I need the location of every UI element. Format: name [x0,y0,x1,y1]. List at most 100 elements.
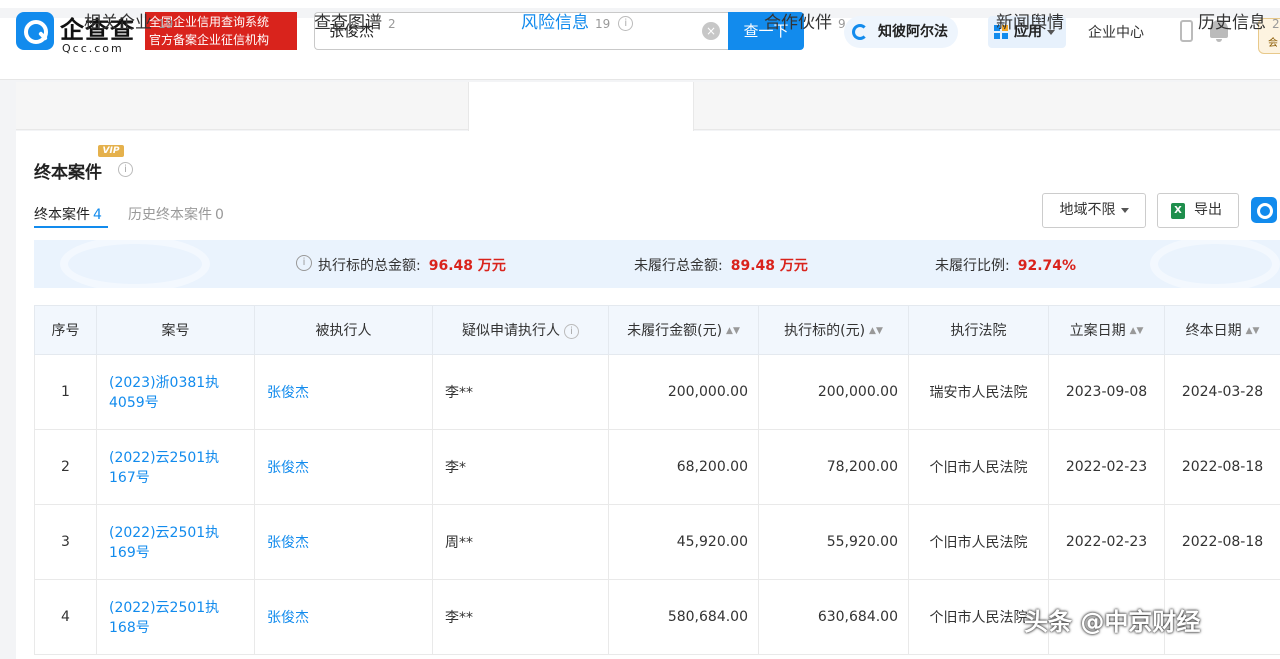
tab-graph[interactable]: 查查图谱 2 [314,0,396,48]
cell-debtor-link[interactable]: 张俊杰 [254,504,433,580]
export-button[interactable]: 导出 [1157,193,1239,228]
table-row: 2 (2022)云2501执167号 张俊杰 李* 68,200.00 78,2… [34,429,1280,505]
cell-case-link[interactable]: (2022)云2501执169号 [96,504,255,580]
cell-applicant: 周** [432,504,609,580]
zhibi-logo-icon [852,24,868,40]
tab-label: 相关企业 [84,13,152,33]
tab-history[interactable]: 历史信息 2 [1198,0,1280,48]
cell-court: 瑞安市人民法院 [908,354,1049,430]
clear-icon[interactable]: × [702,22,720,40]
cell-unpaid: 45,920.00 [608,504,759,580]
tab-risk-info[interactable]: 风险信息 19 i [521,0,634,48]
qcc-float-icon[interactable] [1251,197,1277,223]
section-title: 终本案件 [34,163,102,183]
sort-icon[interactable]: ▲▼ [869,326,883,336]
cell-debtor-link[interactable]: 张俊杰 [254,579,433,655]
tab-label: 新闻舆情 [996,13,1064,33]
col-header: 被执行人 [254,305,433,355]
subtab-count: 0 [215,207,224,223]
info-icon[interactable]: i [564,323,579,339]
col-header-sortable[interactable]: 立案日期 ▲▼ [1048,305,1165,355]
cell-debtor-link[interactable]: 张俊杰 [254,429,433,505]
summary-label: 执行标的总金额: [318,258,421,274]
chevron-down-icon [1120,207,1129,213]
col-header-sortable[interactable]: 执行标的(元) ▲▼ [758,305,909,355]
cell-applicant: 李** [432,354,609,430]
summary-value: 92.74% [1017,258,1077,274]
info-icon[interactable]: i [296,255,312,271]
col-header-sortable[interactable]: 终本日期 ▲▼ [1164,305,1280,355]
cell-unpaid: 200,000.00 [608,354,759,430]
subtab-count: 4 [93,207,102,223]
col-header: 执行法院 [908,305,1049,355]
cell-unpaid: 580,684.00 [608,579,759,655]
tab-count: 19 [595,17,611,31]
cell-target: 78,200.00 [758,429,909,505]
cell-applicant: 李** [432,579,609,655]
cell-court: 个旧市人民法院 [908,429,1049,505]
tab-label: 风险信息 [521,13,589,33]
sort-icon[interactable]: ▲▼ [1246,326,1260,336]
tab-count: 2 [388,17,396,31]
summary-value: 89.48 万元 [730,258,808,274]
summary-label: 未履行总金额: [634,258,723,274]
enterprise-center-link[interactable]: 企业中心 [1088,22,1144,42]
tab-partners[interactable]: 合作伙伴 9 [764,0,846,48]
col-header: 案号 [96,305,255,355]
info-icon[interactable]: i [618,15,634,31]
cell-target: 200,000.00 [758,354,909,430]
region-label: 地域不限 [1059,202,1116,218]
cell-case-link[interactable]: (2022)云2501执167号 [96,429,255,505]
cell-closed: 2024-03-28 [1164,354,1280,430]
col-header-label: 终本日期 [1185,323,1242,339]
excel-icon: X [1171,203,1185,219]
mobile-phone-icon[interactable] [1180,20,1193,42]
subtab-label: 终本案件 [34,207,90,223]
qcc-logo-icon[interactable] [16,12,54,50]
summary-value: 96.48 万元 [428,258,506,274]
col-header-label: 执行标的(元) [784,323,866,339]
cell-filed: 2023-09-08 [1048,354,1165,430]
cell-case-link[interactable]: (2023)浙0381执4059号 [96,354,255,430]
summary-decoration [1150,236,1280,292]
info-icon[interactable]: i [118,162,133,177]
cell-target: 55,920.00 [758,504,909,580]
vip-tag: VIP [98,145,124,157]
col-header-label: 疑似申请执行人 [462,323,560,339]
subtab-underline [34,226,108,228]
tab-label: 历史信息 [1198,13,1266,33]
tab-count: 2 [1272,17,1280,31]
summary-total: 执行标的总金额: 96.48 万元 [318,255,506,275]
browser-bookmarks-strip [0,0,1280,8]
tab-count: 9 [838,17,846,31]
table-row: 1 (2023)浙0381执4059号 张俊杰 李** 200,000.00 2… [34,354,1280,430]
cell-filed: 2022-02-23 [1048,429,1165,505]
cell-no: 4 [34,579,97,655]
tab-news[interactable]: 新闻舆情 [996,0,1064,48]
region-filter-dropdown[interactable]: 地域不限 [1042,193,1146,228]
col-header-label: 立案日期 [1069,323,1126,339]
summary-label: 未履行比例: [935,258,1010,274]
cell-closed: 2022-08-18 [1164,504,1280,580]
watermark-text: 头条 @中京财经 [1024,608,1201,636]
cell-unpaid: 68,200.00 [608,429,759,505]
sort-icon[interactable]: ▲▼ [1130,326,1144,336]
col-header: 序号 [34,305,97,355]
col-header-label: 未履行金额(元) [627,323,723,339]
cell-case-link[interactable]: (2022)云2501执168号 [96,579,255,655]
active-tab-background [468,82,694,131]
cell-no: 1 [34,354,97,430]
cell-closed: 2022-08-18 [1164,429,1280,505]
summary-decoration [60,236,210,292]
tab-label: 查查图谱 [314,13,382,33]
cell-debtor-link[interactable]: 张俊杰 [254,354,433,430]
summary-unpaid: 未履行总金额: 89.48 万元 [634,255,808,275]
sort-icon[interactable]: ▲▼ [726,326,740,336]
subtab-history-cases[interactable]: 历史终本案件 0 [128,204,224,224]
tab-related-companies[interactable]: 相关企业 19 [84,0,173,48]
cell-filed: 2022-02-23 [1048,504,1165,580]
subtab-current-cases[interactable]: 终本案件 4 [34,204,102,224]
subtab-label: 历史终本案件 [128,207,212,223]
col-header-sortable[interactable]: 未履行金额(元) ▲▼ [608,305,759,355]
cell-applicant: 李* [432,429,609,505]
